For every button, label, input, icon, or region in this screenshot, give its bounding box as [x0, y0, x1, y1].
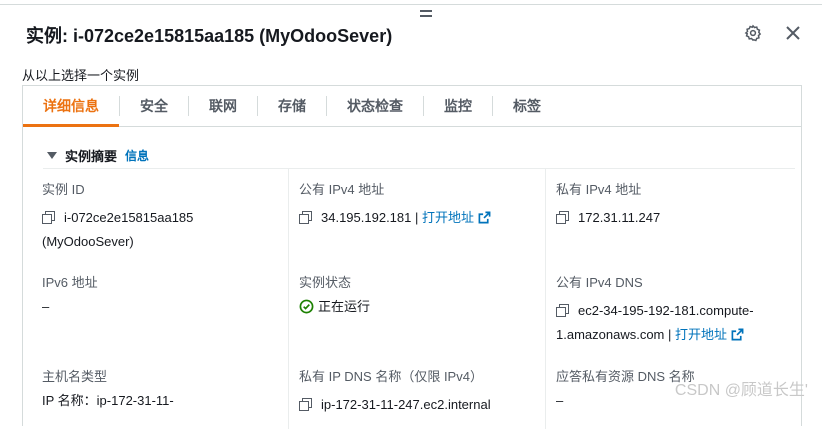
field-value: ip-172-31-11-247.ec2.internal: [299, 393, 491, 417]
copy-icon[interactable]: [299, 398, 312, 411]
public-ip-value: 34.195.192.181: [321, 210, 412, 225]
tab-details[interactable]: 详细信息: [23, 86, 119, 127]
check-circle-icon: [299, 299, 314, 314]
field-label: 私有 IP DNS 名称（仅限 IPv4）: [299, 369, 483, 384]
public-dns-value-cont: 1.amazonaws.com: [556, 327, 665, 342]
field-value: 34.195.192.181 | 打开地址: [299, 206, 491, 230]
instance-name-value: (MyOdooSever): [42, 234, 134, 249]
hostname-type-value: IP 名称：ip-172-31-11-: [42, 393, 174, 408]
tab-monitoring[interactable]: 监控: [424, 86, 492, 126]
field-private-dns: 私有 IP DNS 名称（仅限 IPv4） ip-172-31-11-247.e…: [299, 365, 491, 417]
field-value: 172.31.11.247: [556, 206, 660, 230]
page-title: 实例: i-072ce2e15815aa185 (MyOdooSever): [26, 26, 393, 46]
instance-summary-header[interactable]: 实例摘要 信息: [47, 146, 149, 165]
field-instance-id: 实例 ID i-072ce2e15815aa185 (MyOdooSever): [42, 178, 193, 254]
resize-handle[interactable]: [420, 10, 432, 18]
instance-id-value: i-072ce2e15815aa185: [64, 210, 194, 225]
field-label: 公有 IPv4 DNS: [556, 275, 643, 290]
open-address-label: 打开地址: [675, 327, 728, 342]
gear-icon[interactable]: [742, 22, 764, 44]
open-address-label: 打开地址: [422, 210, 475, 225]
details-panel: 详细信息 安全 联网 存储 状态检查 监控 标签 实例摘要 信息 实例 ID i…: [22, 85, 802, 429]
field-label: IPv6 地址: [42, 275, 98, 290]
copy-icon[interactable]: [299, 211, 312, 224]
field-value: 正在运行: [299, 295, 370, 319]
field-value-cont: 1.amazonaws.com | 打开地址: [556, 323, 754, 347]
ipv6-value: –: [42, 299, 50, 314]
field-label: 实例状态: [299, 275, 352, 290]
copy-icon[interactable]: [556, 211, 569, 224]
tab-status-checks[interactable]: 状态检查: [327, 86, 423, 126]
column-divider: [288, 169, 289, 429]
field-label: 私有 IPv4 地址: [556, 182, 642, 197]
watermark: CSDN @顾道长生': [674, 382, 808, 399]
tab-bar: 详细信息 安全 联网 存储 状态检查 监控 标签: [23, 86, 801, 127]
column-divider: [545, 169, 546, 429]
field-instance-state: 实例状态 正在运行: [299, 271, 370, 319]
summary-divider: [43, 168, 795, 169]
summary-label: 实例摘要: [65, 149, 118, 164]
field-private-ipv4: 私有 IPv4 地址 172.31.11.247: [556, 178, 660, 230]
subtitle: 从以上选择一个实例: [22, 68, 140, 83]
copy-icon[interactable]: [556, 304, 569, 317]
open-address-link[interactable]: 打开地址: [675, 327, 744, 342]
external-link-icon: [478, 211, 491, 224]
state-value: 正在运行: [318, 299, 371, 314]
field-label: 主机名类型: [42, 369, 108, 384]
field-answer-dns: 应答私有资源 DNS 名称 –: [556, 365, 695, 413]
field-public-ipv4: 公有 IPv4 地址 34.195.192.181 | 打开地址: [299, 178, 491, 230]
tab-networking[interactable]: 联网: [189, 86, 257, 126]
field-value: i-072ce2e15815aa185: [42, 206, 193, 230]
answer-dns-value: –: [556, 393, 564, 408]
top-border: [0, 4, 822, 5]
caret-down-icon[interactable]: [47, 152, 57, 159]
field-label: 公有 IPv4 地址: [299, 182, 385, 197]
public-dns-value: ec2-34-195-192-181.compute-: [578, 303, 754, 318]
field-label: 应答私有资源 DNS 名称: [556, 369, 695, 384]
separator: |: [668, 327, 672, 342]
tab-storage[interactable]: 存储: [258, 86, 326, 126]
separator: |: [415, 210, 419, 225]
open-address-link[interactable]: 打开地址: [422, 210, 491, 225]
info-link[interactable]: 信息: [125, 147, 149, 164]
tab-tags[interactable]: 标签: [493, 86, 561, 126]
private-ip-value: 172.31.11.247: [578, 210, 661, 225]
field-hostname-type: 主机名类型 IP 名称：ip-172-31-11-: [42, 365, 174, 413]
external-link-icon: [731, 328, 744, 341]
close-icon[interactable]: [782, 22, 804, 44]
tab-security[interactable]: 安全: [120, 86, 188, 126]
field-label: 实例 ID: [42, 182, 85, 197]
field-value: ec2-34-195-192-181.compute-: [556, 299, 754, 323]
field-ipv6: IPv6 地址 –: [42, 271, 98, 319]
field-public-dns: 公有 IPv4 DNS ec2-34-195-192-181.compute- …: [556, 271, 754, 347]
copy-icon[interactable]: [42, 211, 55, 224]
